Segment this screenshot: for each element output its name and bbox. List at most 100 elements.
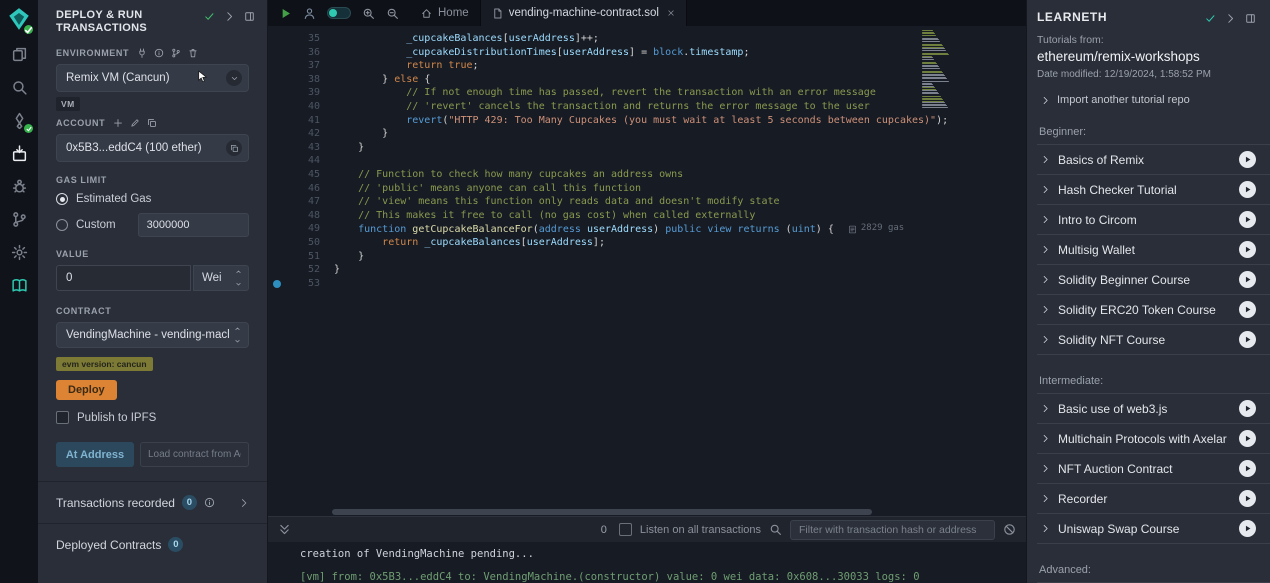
- breakpoint-margin[interactable]: [268, 154, 286, 168]
- popout-panel-icon[interactable]: [244, 11, 255, 22]
- tutorial-item[interactable]: NFT Auction Contract: [1037, 454, 1270, 484]
- line-number[interactable]: 53: [286, 277, 320, 291]
- play-tutorial-button[interactable]: [1239, 490, 1256, 507]
- contract-select[interactable]: VendingMachine - vending-machin: [56, 322, 249, 348]
- account-select[interactable]: 0x5B3...eddC4 (100 ether): [56, 134, 249, 162]
- tutorial-item[interactable]: Hash Checker Tutorial: [1037, 175, 1270, 205]
- line-number[interactable]: 48: [286, 209, 320, 223]
- breakpoint-dot[interactable]: [268, 277, 286, 291]
- git-icon[interactable]: [0, 203, 38, 236]
- play-tutorial-button[interactable]: [1239, 460, 1256, 477]
- add-account-icon[interactable]: [113, 118, 123, 128]
- play-tutorial-button[interactable]: [1239, 331, 1256, 348]
- sign-message-icon[interactable]: [130, 118, 140, 128]
- breakpoint-margin[interactable]: [268, 127, 286, 141]
- line-number[interactable]: 42: [286, 127, 320, 141]
- value-unit-select[interactable]: Wei: [193, 265, 249, 291]
- expand-chevron-icon[interactable]: [224, 11, 235, 22]
- tutorial-item[interactable]: Uniswap Swap Course: [1037, 514, 1270, 544]
- line-number[interactable]: 52: [286, 263, 320, 277]
- line-number[interactable]: 44: [286, 154, 320, 168]
- account-copy-icon[interactable]: [226, 140, 242, 156]
- at-address-input[interactable]: [140, 442, 249, 467]
- play-tutorial-button[interactable]: [1239, 151, 1256, 168]
- breakpoint-margin[interactable]: [268, 168, 286, 182]
- publish-ipfs-option[interactable]: Publish to IPFS: [56, 411, 249, 424]
- breakpoint-margin[interactable]: [268, 222, 286, 236]
- play-tutorial-button[interactable]: [1239, 211, 1256, 228]
- line-number[interactable]: 45: [286, 168, 320, 182]
- tab-home[interactable]: Home: [410, 0, 481, 26]
- environment-info-icon[interactable]: [154, 48, 164, 58]
- line-number[interactable]: 47: [286, 195, 320, 209]
- clear-console-icon[interactable]: [1003, 523, 1016, 536]
- tutorial-item[interactable]: Solidity ERC20 Token Course: [1037, 295, 1270, 325]
- tutorial-item[interactable]: Solidity NFT Course: [1037, 325, 1270, 355]
- breakpoint-margin[interactable]: [268, 100, 286, 114]
- play-tutorial-button[interactable]: [1239, 241, 1256, 258]
- file-explorer-icon[interactable]: [0, 38, 38, 71]
- breakpoint-margin[interactable]: [268, 250, 286, 264]
- tutorial-item[interactable]: Recorder: [1037, 484, 1270, 514]
- breakpoint-margin[interactable]: [268, 236, 286, 250]
- editor-toggle[interactable]: [327, 7, 351, 19]
- breakpoint-margin[interactable]: [268, 114, 286, 128]
- breakpoint-margin[interactable]: [268, 263, 286, 277]
- breakpoint-margin[interactable]: [268, 182, 286, 196]
- tutorial-item[interactable]: Solidity Beginner Course: [1037, 265, 1270, 295]
- deploy-run-icon[interactable]: [0, 137, 38, 170]
- transactions-info-icon[interactable]: [204, 497, 215, 508]
- zoom-out-icon[interactable]: [386, 7, 399, 20]
- line-number[interactable]: 40: [286, 100, 320, 114]
- line-number[interactable]: 46: [286, 182, 320, 196]
- breakpoint-margin[interactable]: [268, 46, 286, 60]
- play-tutorial-button[interactable]: [1239, 271, 1256, 288]
- breakpoint-margin[interactable]: [268, 209, 286, 223]
- line-number[interactable]: 49: [286, 222, 320, 236]
- breakpoint-margin[interactable]: [268, 32, 286, 46]
- user-icon[interactable]: [303, 7, 316, 20]
- tutorial-item[interactable]: Multichain Protocols with Axelar: [1037, 424, 1270, 454]
- tutorial-item[interactable]: Basics of Remix: [1037, 145, 1270, 175]
- line-number[interactable]: 50: [286, 236, 320, 250]
- play-tutorial-button[interactable]: [1239, 430, 1256, 447]
- solidity-compiler-icon[interactable]: [0, 104, 38, 137]
- transactions-chevron-icon[interactable]: [239, 498, 249, 508]
- horizontal-scrollbar[interactable]: [268, 508, 1026, 516]
- debugger-icon[interactable]: [0, 170, 38, 203]
- breakpoint-margin[interactable]: [268, 141, 286, 155]
- tutorial-item[interactable]: Intro to Circom: [1037, 205, 1270, 235]
- terminal-filter-input[interactable]: [790, 520, 995, 540]
- line-number[interactable]: 41: [286, 114, 320, 128]
- tutorial-item[interactable]: Multisig Wallet: [1037, 235, 1270, 265]
- delete-state-icon[interactable]: [188, 48, 198, 58]
- play-tutorial-button[interactable]: [1239, 520, 1256, 537]
- tab-vending-machine-contract-sol[interactable]: vending-machine-contract.sol: [481, 0, 687, 26]
- listen-transactions-checkbox[interactable]: [619, 523, 632, 536]
- deployed-contracts-section[interactable]: Deployed Contracts 0: [38, 523, 267, 583]
- settings-icon[interactable]: [0, 236, 38, 269]
- line-number[interactable]: 36: [286, 46, 320, 60]
- import-tutorial-link[interactable]: Import another tutorial repo: [1041, 94, 1270, 106]
- terminal-expand-icon[interactable]: [278, 523, 291, 536]
- estimated-gas-option[interactable]: Estimated Gas: [56, 193, 249, 205]
- breakpoint-margin[interactable]: [268, 86, 286, 100]
- play-tutorial-button[interactable]: [1239, 301, 1256, 318]
- run-script-icon[interactable]: [279, 7, 292, 20]
- zoom-in-icon[interactable]: [362, 7, 375, 20]
- breakpoint-margin[interactable]: [268, 195, 286, 209]
- line-number[interactable]: 37: [286, 59, 320, 73]
- at-address-button[interactable]: At Address: [56, 442, 134, 467]
- search-icon[interactable]: [0, 71, 38, 104]
- play-tutorial-button[interactable]: [1239, 181, 1256, 198]
- publish-ipfs-checkbox[interactable]: [56, 411, 69, 424]
- line-number[interactable]: 39: [286, 86, 320, 100]
- environment-select[interactable]: Remix VM (Cancun): [56, 64, 249, 92]
- vm-pin-icon[interactable]: [137, 48, 147, 58]
- estimated-gas-radio[interactable]: [56, 193, 68, 205]
- remix-logo[interactable]: [0, 0, 38, 38]
- gas-limit-input[interactable]: [138, 213, 249, 237]
- transactions-recorded-section[interactable]: Transactions recorded 0: [38, 481, 267, 523]
- breakpoint-margin[interactable]: [268, 59, 286, 73]
- fork-state-icon[interactable]: [171, 48, 181, 58]
